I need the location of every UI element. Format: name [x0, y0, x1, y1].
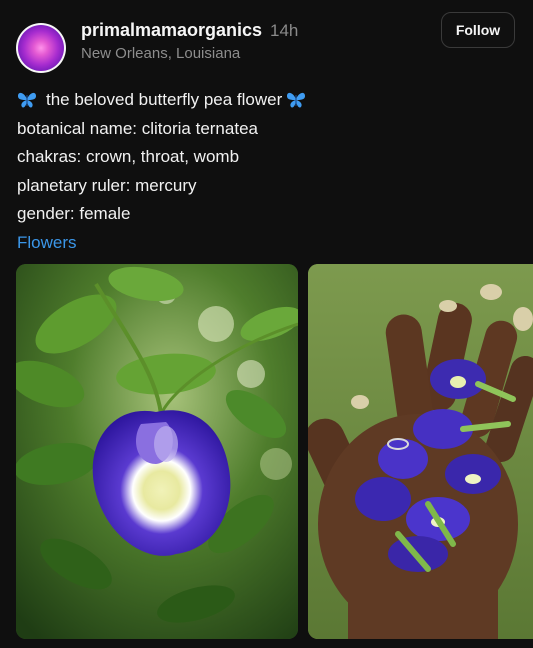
- post-time: 14h: [270, 21, 299, 40]
- username[interactable]: primalmamaorganics: [81, 20, 262, 41]
- caption-line: chakras: crown, throat, womb: [17, 147, 240, 166]
- caption-line: gender: female: [17, 204, 131, 223]
- butterfly-icon: [18, 93, 36, 108]
- threads-post: primalmamaorganics 14h New Orleans, Loui…: [0, 0, 533, 648]
- caption-title-line: the beloved butterfly pea flower: [17, 86, 517, 115]
- avatar[interactable]: [16, 23, 66, 73]
- post-image-hand[interactable]: [308, 264, 533, 639]
- post-caption: the beloved butterfly pea flower botanic…: [17, 86, 517, 257]
- avatar-image: [18, 25, 64, 71]
- butterfly-icon: [287, 93, 306, 108]
- caption-title: the beloved butterfly pea flower: [46, 90, 283, 109]
- hand-photo: [308, 264, 533, 639]
- topic-tag[interactable]: Flowers: [17, 229, 517, 258]
- follow-button[interactable]: Follow: [441, 12, 515, 48]
- caption-line: botanical name: clitoria ternatea: [17, 118, 258, 138]
- caption-line: planetary ruler: mercury: [17, 175, 197, 195]
- post-image-flower[interactable]: [16, 264, 298, 639]
- flower-photo: [16, 264, 298, 639]
- location[interactable]: New Orleans, Louisiana: [81, 45, 240, 62]
